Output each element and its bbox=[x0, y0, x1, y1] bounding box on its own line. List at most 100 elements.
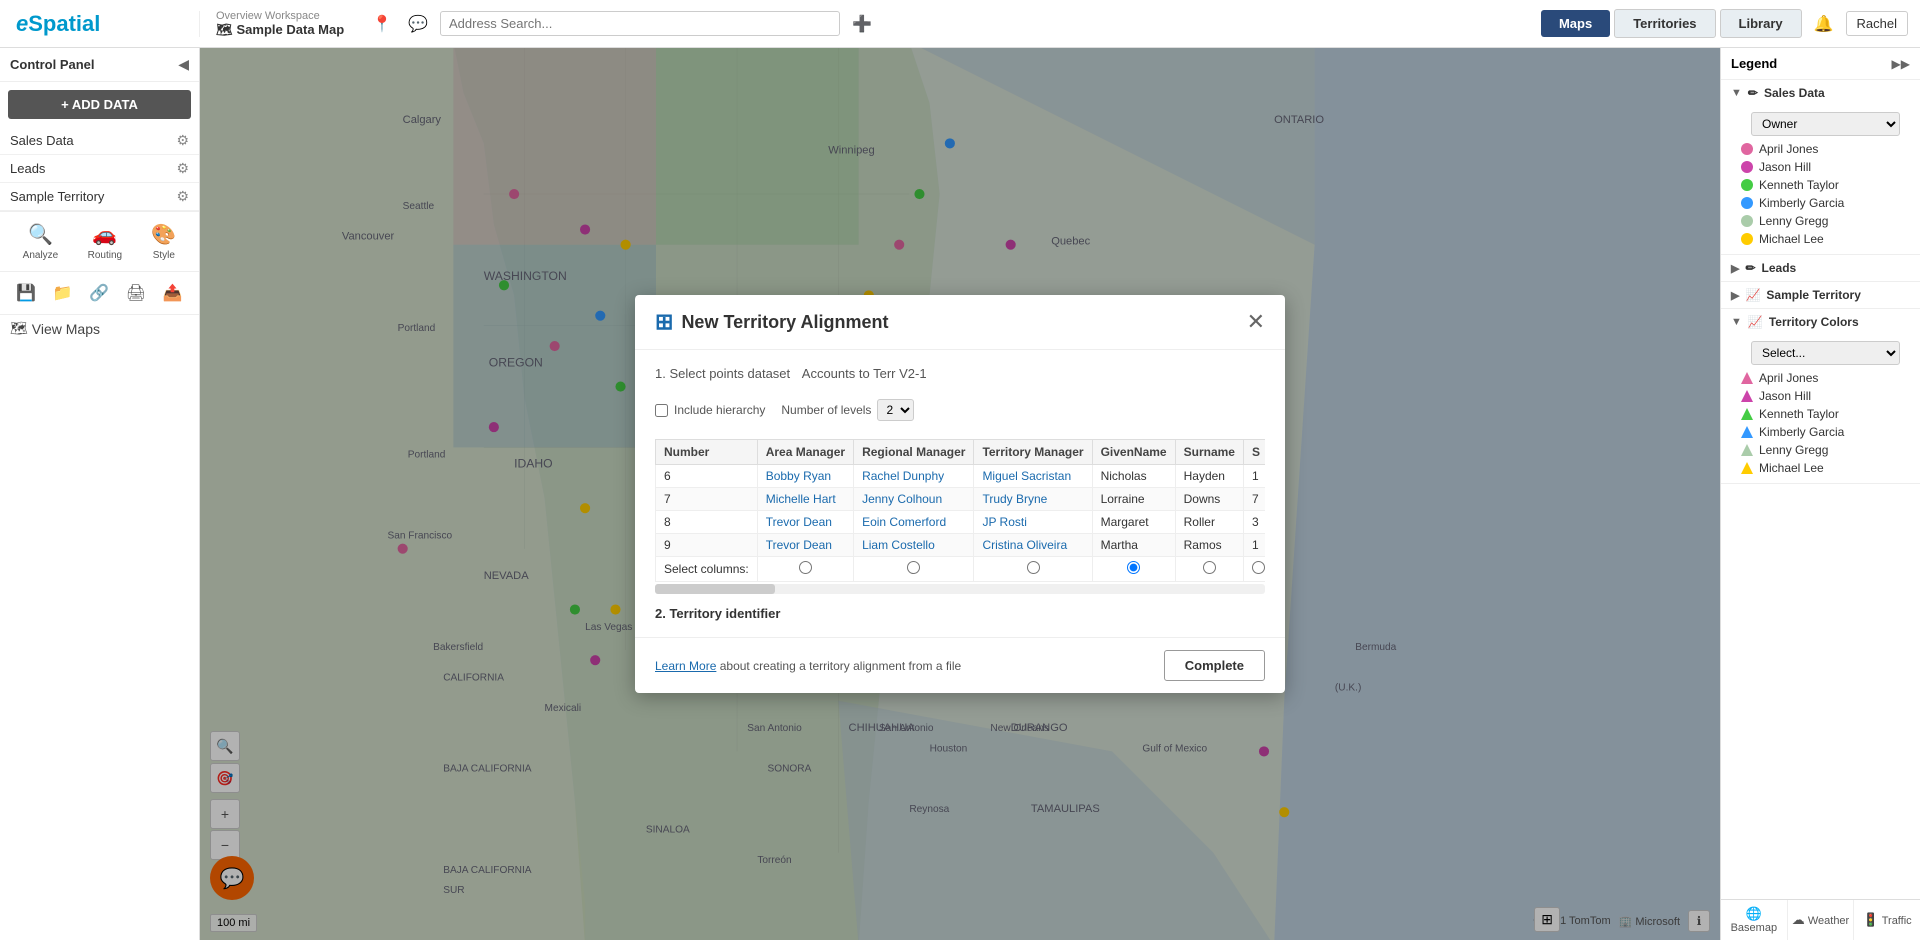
sales-data-section-header[interactable]: ▼ ✏ Sales Data bbox=[1721, 80, 1920, 106]
table-cell: Ramos bbox=[1175, 534, 1243, 557]
sample-territory-section-header[interactable]: ▶ 📈 Sample Territory bbox=[1721, 282, 1920, 308]
radio-col-4[interactable] bbox=[1175, 557, 1243, 582]
territories-nav-button[interactable]: Territories bbox=[1614, 9, 1715, 38]
basemap-tab[interactable]: 🌐 Basemap bbox=[1721, 900, 1788, 940]
legend-collapse-button[interactable]: ▶▶ bbox=[1892, 57, 1910, 71]
april-jones-dot bbox=[1741, 143, 1753, 155]
table-scrollbar[interactable] bbox=[655, 584, 1265, 594]
radio-col-0[interactable] bbox=[757, 557, 853, 582]
add-layer-button[interactable]: ➕ bbox=[848, 10, 876, 38]
table-cell: 1 bbox=[1243, 465, 1265, 488]
tc-legend-item-kimberly-garcia: Kimberly Garcia bbox=[1741, 423, 1910, 441]
tc-lenny-gregg-triangle bbox=[1741, 444, 1753, 456]
bottom-tools: 💾 📁 🔗 🖨 📤 bbox=[0, 272, 199, 315]
sales-data-settings-button[interactable]: ⚙ bbox=[176, 132, 189, 149]
leads-layer[interactable]: Leads ⚙ bbox=[0, 155, 199, 183]
sales-data-legend-icon: ✏ bbox=[1748, 86, 1758, 100]
tc-legend-item-april-jones: April Jones bbox=[1741, 369, 1910, 387]
legend-item-jason-hill: Jason Hill bbox=[1741, 158, 1910, 176]
leads-toggle-icon: ▶ bbox=[1731, 262, 1739, 275]
nav-right: Maps Territories Library 🔔 Rachel bbox=[1529, 9, 1920, 38]
comment-button[interactable]: 💬 bbox=[404, 10, 432, 38]
col-surname: Surname bbox=[1175, 440, 1243, 465]
radio-col-5[interactable] bbox=[1243, 557, 1265, 582]
radio-area-manager[interactable] bbox=[907, 561, 920, 574]
modal-overlay: ⊞ New Territory Alignment ✕ 1. Select po… bbox=[200, 48, 1720, 940]
table-scrollbar-thumb[interactable] bbox=[655, 584, 775, 594]
radio-territory-manager[interactable] bbox=[1127, 561, 1140, 574]
radio-number[interactable] bbox=[799, 561, 812, 574]
complete-button[interactable]: Complete bbox=[1164, 650, 1265, 681]
maps-nav-button[interactable]: Maps bbox=[1541, 10, 1610, 37]
col-number: Number bbox=[656, 440, 758, 465]
sample-territory-layer[interactable]: Sample Territory ⚙ bbox=[0, 183, 199, 211]
tc-legend-item-jason-hill: Jason Hill bbox=[1741, 387, 1910, 405]
territory-colors-dropdown[interactable]: Select... bbox=[1751, 341, 1900, 365]
step1-label: 1. Select points dataset Accounts to Ter… bbox=[655, 366, 927, 381]
routing-tool[interactable]: 🚗 Routing bbox=[88, 222, 122, 261]
add-data-button[interactable]: + ADD DATA bbox=[8, 90, 191, 119]
legend-item-april-jones: April Jones bbox=[1741, 140, 1910, 158]
weather-icon: ☁ bbox=[1792, 912, 1805, 927]
traffic-tab[interactable]: 🚦 Traffic bbox=[1854, 900, 1920, 940]
modal-footer: Learn More about creating a territory al… bbox=[635, 637, 1285, 693]
right-panel: Legend ▶▶ ▼ ✏ Sales Data Owner April Jon… bbox=[1720, 48, 1920, 940]
step2-label: 2. Territory identifier bbox=[655, 606, 1265, 621]
legend-item-lenny-gregg: Lenny Gregg bbox=[1741, 212, 1910, 230]
territory-colors-section-header[interactable]: ▼ 📈 Territory Colors bbox=[1721, 309, 1920, 335]
map-area[interactable]: Calgary Winnipeg Vancouver ONTARIO Quebe… bbox=[200, 48, 1720, 940]
include-hierarchy-checkbox[interactable] bbox=[655, 404, 668, 417]
user-menu-button[interactable]: Rachel bbox=[1846, 11, 1908, 36]
panel-collapse-button[interactable]: ◀ bbox=[178, 56, 189, 73]
legend-title: Legend bbox=[1731, 56, 1777, 71]
table-row: 8Trevor DeanEoin ComerfordJP RostiMargar… bbox=[656, 511, 1266, 534]
radio-surname[interactable] bbox=[1252, 561, 1265, 574]
modal-title: ⊞ New Territory Alignment bbox=[655, 309, 888, 335]
table-cell-link: Eoin Comerford bbox=[854, 511, 974, 534]
learn-more-link[interactable]: Learn More bbox=[655, 659, 716, 673]
tc-legend-item-michael-lee: Michael Lee bbox=[1741, 459, 1910, 477]
legend-bottom-tabs: 🌐 Basemap ☁ Weather 🚦 Traffic bbox=[1721, 899, 1920, 940]
owner-dropdown[interactable]: Owner bbox=[1751, 112, 1900, 136]
sample-territory-settings-button[interactable]: ⚙ bbox=[176, 188, 189, 205]
territory-colors-legend-icon: 📈 bbox=[1748, 315, 1763, 329]
export-tool-button[interactable]: 📤 bbox=[160, 280, 186, 306]
radio-col-2[interactable] bbox=[974, 557, 1092, 582]
table-cell: 8 bbox=[656, 511, 758, 534]
table-cell: Lorraine bbox=[1092, 488, 1175, 511]
weather-tab[interactable]: ☁ Weather bbox=[1788, 900, 1855, 940]
analyze-tool[interactable]: 🔍 Analyze bbox=[23, 222, 59, 261]
library-nav-button[interactable]: Library bbox=[1720, 9, 1802, 38]
sales-data-section: ▼ ✏ Sales Data Owner April Jones Jason H… bbox=[1721, 80, 1920, 255]
notifications-button[interactable]: 🔔 bbox=[1806, 10, 1842, 38]
modal-body: 1. Select points dataset Accounts to Ter… bbox=[635, 350, 1285, 637]
view-maps-button[interactable]: 🗺 View Maps bbox=[0, 315, 199, 342]
sample-territory-legend-icon: 📈 bbox=[1745, 288, 1760, 302]
radio-col-1[interactable] bbox=[854, 557, 974, 582]
location-pin-button[interactable]: 📍 bbox=[368, 10, 396, 38]
basemap-icon: 🌐 bbox=[1746, 906, 1762, 921]
style-tool[interactable]: 🎨 Style bbox=[151, 222, 176, 261]
radio-col-3[interactable] bbox=[1092, 557, 1175, 582]
include-hierarchy-label[interactable]: Include hierarchy bbox=[655, 403, 765, 417]
folder-tool-button[interactable]: 📁 bbox=[50, 280, 76, 306]
num-levels-select[interactable]: 2 3 bbox=[877, 399, 914, 421]
share-tool-button[interactable]: 🔗 bbox=[86, 280, 112, 306]
modal-title-icon: ⊞ bbox=[655, 309, 673, 335]
radio-givenname[interactable] bbox=[1203, 561, 1216, 574]
radio-regional-manager[interactable] bbox=[1027, 561, 1040, 574]
address-search-input[interactable] bbox=[440, 11, 840, 36]
print-tool-button[interactable]: 🖨 bbox=[123, 280, 149, 306]
modal-close-button[interactable]: ✕ bbox=[1247, 309, 1265, 335]
table-cell-link: Jenny Colhoun bbox=[854, 488, 974, 511]
learn-more-text: Learn More about creating a territory al… bbox=[655, 659, 961, 673]
leads-section-header[interactable]: ▶ ✏ Leads bbox=[1721, 255, 1920, 281]
sales-data-layer[interactable]: Sales Data ⚙ bbox=[0, 127, 199, 155]
tc-kimberly-garcia-triangle bbox=[1741, 426, 1753, 438]
save-tool-button[interactable]: 💾 bbox=[13, 280, 39, 306]
sales-data-toggle-icon: ▼ bbox=[1731, 87, 1742, 99]
table-cell-link: Miguel Sacristan bbox=[974, 465, 1092, 488]
logo-icon: e bbox=[16, 11, 28, 37]
col-area-manager: Area Manager bbox=[757, 440, 853, 465]
leads-settings-button[interactable]: ⚙ bbox=[176, 160, 189, 177]
